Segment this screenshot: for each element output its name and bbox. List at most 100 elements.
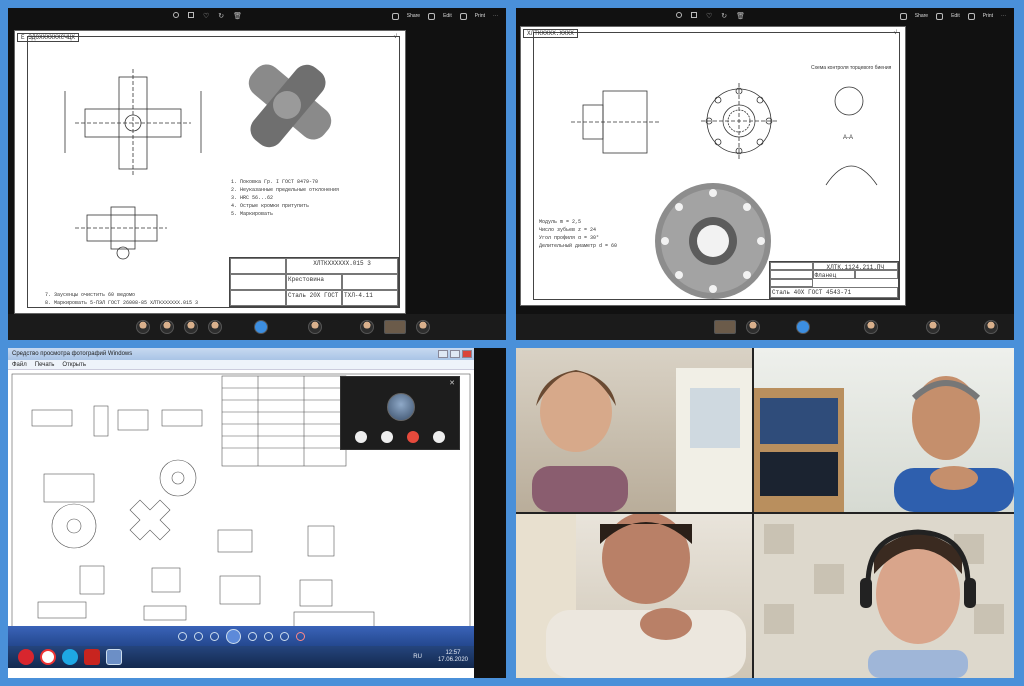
edit-icon[interactable] <box>428 12 436 20</box>
language-indicator[interactable]: RU <box>413 654 422 660</box>
svg-text:7. Заусенцы очистить 60 ведомо: 7. Заусенцы очистить 60 ведомо <box>45 292 135 298</box>
share-icon[interactable] <box>899 12 907 20</box>
material: Сталь 40Х ГОСТ 4543-71 <box>770 286 898 298</box>
print-icon[interactable] <box>967 12 975 20</box>
share-button[interactable]: Share <box>407 13 420 19</box>
call-popup: ✕ <box>340 376 460 450</box>
print-icon[interactable] <box>459 12 467 20</box>
sheet-label: ТХЛ-4.11 <box>342 290 398 306</box>
previous-icon[interactable] <box>209 631 219 641</box>
close-button[interactable] <box>462 350 472 358</box>
yandex-icon[interactable] <box>40 649 56 665</box>
menu-file[interactable]: Файл <box>12 362 27 368</box>
svg-text:Делительный диаметр d = 60: Делительный диаметр d = 60 <box>539 242 617 249</box>
shared-screen-drawing-flange: ♡ ↻ 🗑 Share Edit Print ··· ХЛТКХХХХ.ХХХХ… <box>516 8 1014 340</box>
video-tile-participant-2[interactable] <box>754 348 1014 512</box>
more-icon[interactable]: ··· <box>493 13 498 19</box>
window-menu: Файл Печать Открыть <box>8 360 474 370</box>
material: Сталь 20Х ГОСТ 4543-71 <box>286 290 342 306</box>
call-controls <box>341 431 459 443</box>
print-button[interactable]: Print <box>475 13 485 19</box>
edit-button[interactable]: Edit <box>443 13 452 19</box>
menu-print[interactable]: Печать <box>35 362 55 368</box>
windows-photo-viewer-screen: Средство просмотра фотографий Windows Фа… <box>8 348 506 678</box>
title-code: ХЛТК.1124.211.ПЧ <box>812 262 898 271</box>
participant-video-thumb[interactable] <box>714 320 736 334</box>
clock-date: 17.06.2020 <box>437 657 468 663</box>
drawing-sheet: ХЛТКХХХХ.ХХХХ √ Схема контроля торцевого… <box>520 26 906 306</box>
svg-text:1. Поковка Гр. I ГОСТ 8479-70: 1. Поковка Гр. I ГОСТ 8479-70 <box>231 179 318 185</box>
delete-icon[interactable] <box>295 631 305 641</box>
svg-text:3. HRC 56...62: 3. HRC 56...62 <box>231 195 273 201</box>
maximize-button[interactable] <box>450 350 460 358</box>
zoom-icon[interactable] <box>177 631 187 641</box>
window-title: Средство просмотра фотографий Windows <box>12 351 133 357</box>
participant-1-video <box>532 368 752 512</box>
camera-icon[interactable] <box>381 431 393 443</box>
participant-avatar[interactable] <box>746 320 760 334</box>
svg-text:8. Маркировать 5-ПЭЛ ГОСТ 2600: 8. Маркировать 5-ПЭЛ ГОСТ 26008-85 ХЛТКХ… <box>45 300 198 306</box>
svg-text:5. Маркировать: 5. Маркировать <box>231 211 273 217</box>
clock[interactable]: 12:57 17.06.2020 <box>438 650 468 664</box>
edit-icon[interactable] <box>936 12 944 20</box>
part-name: Фланец <box>812 270 856 279</box>
screen-share-icon[interactable] <box>433 431 445 443</box>
viewer-toolbar: Share Edit Print ··· <box>516 8 1014 24</box>
participant-strip <box>8 314 506 340</box>
share-icon[interactable] <box>391 12 399 20</box>
participant-strip <box>516 314 1014 340</box>
participant-avatar[interactable] <box>136 320 150 334</box>
minimize-button[interactable] <box>438 350 448 358</box>
skype-icon[interactable] <box>62 649 78 665</box>
participant-avatar[interactable] <box>416 320 430 334</box>
opera-icon[interactable] <box>18 649 34 665</box>
window-titlebar: Средство просмотра фотографий Windows <box>8 348 474 360</box>
close-icon[interactable]: ✕ <box>449 379 455 387</box>
participant-video-thumb[interactable] <box>384 320 406 334</box>
caller-avatar <box>387 393 415 421</box>
rotate-left-icon[interactable] <box>263 631 273 641</box>
microphone-icon[interactable] <box>355 431 367 443</box>
acrobat-icon[interactable] <box>84 649 100 665</box>
hang-up-button[interactable] <box>407 431 419 443</box>
slideshow-button[interactable] <box>225 628 241 644</box>
video-tile-participant-4[interactable] <box>754 514 1014 678</box>
drawing-title-block: ХЛТКХХХХХХ.015 3 Крестовина Сталь 20Х ГО… <box>229 257 399 307</box>
clock-time: 12:57 <box>445 650 461 656</box>
svg-text:Модуль m = 2,5: Модуль m = 2,5 <box>539 219 581 225</box>
participant-avatar[interactable] <box>184 320 198 334</box>
video-call-grid <box>516 348 1014 678</box>
video-tile-participant-1[interactable] <box>516 348 752 512</box>
participant-avatar[interactable] <box>308 320 322 334</box>
svg-text:Угол профиля α = 30°: Угол профиля α = 30° <box>539 235 599 241</box>
call-sidebar <box>474 348 506 678</box>
svg-text:2. Неуказанные предельные откл: 2. Неуказанные предельные отклонения <box>231 187 339 193</box>
more-icon[interactable]: ··· <box>1001 13 1006 19</box>
participant-avatar[interactable] <box>208 320 222 334</box>
menu-open[interactable]: Открыть <box>62 362 86 368</box>
participant-avatar[interactable] <box>160 320 174 334</box>
viewer-toolbar: Share Edit Print ··· <box>8 8 506 24</box>
share-button[interactable]: Share <box>915 13 928 19</box>
photo-viewer-window: Средство просмотра фотографий Windows Фа… <box>8 348 474 370</box>
rotate-right-icon[interactable] <box>279 631 289 641</box>
drawing-title-block: ХЛТК.1124.211.ПЧ Фланец Сталь 40Х ГОСТ 4… <box>769 261 899 299</box>
participant-avatar[interactable] <box>360 320 374 334</box>
windows-taskbar: RU 12:57 17.06.2020 <box>8 646 474 668</box>
participant-avatar[interactable] <box>926 320 940 334</box>
participant-avatar[interactable] <box>864 320 878 334</box>
participant-avatar[interactable] <box>984 320 998 334</box>
video-tile-participant-3[interactable] <box>516 514 752 678</box>
screen-share-icon[interactable] <box>254 320 268 334</box>
photo-viewer-icon[interactable] <box>106 649 122 665</box>
participant-2-video <box>754 376 1014 512</box>
edit-button[interactable]: Edit <box>951 13 960 19</box>
participant-4-video <box>754 514 1014 678</box>
svg-text:Число зубьев z = 24: Число зубьев z = 24 <box>539 227 596 233</box>
next-icon[interactable] <box>247 631 257 641</box>
svg-text:4. Острые кромки притупить: 4. Острые кромки притупить <box>231 203 309 209</box>
screen-share-icon[interactable] <box>796 320 810 334</box>
actual-size-icon[interactable] <box>193 631 203 641</box>
shared-screen-drawing-cross: ♡ ↻ 🗑 Share Edit Print ··· Е ЗДОХХХХХХСЧ… <box>8 8 506 340</box>
print-button[interactable]: Print <box>983 13 993 19</box>
